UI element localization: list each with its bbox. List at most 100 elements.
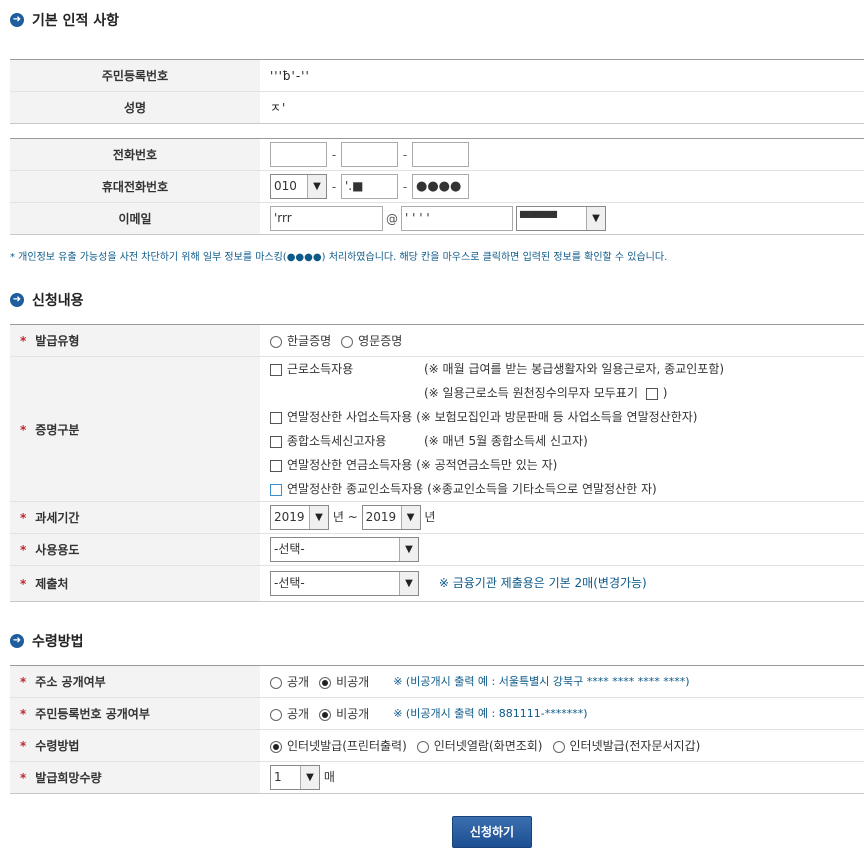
submit-to-value: -선택- xyxy=(274,576,305,590)
rrn-label: 주민등록번호 xyxy=(10,59,260,92)
phone-field-1[interactable] xyxy=(270,142,327,167)
cert-option-1-sub: (※ 일용근로소득 원천징수의무자 모두표기 ) xyxy=(270,381,864,405)
addr-private-option[interactable]: 비공개 xyxy=(319,673,369,690)
qty-label: 발급희망수량 xyxy=(35,771,102,785)
addr-label: 주소 공개여부 xyxy=(35,675,106,689)
phone-field-2[interactable] xyxy=(341,142,398,167)
qty-value: 1 xyxy=(274,770,282,784)
radio-icon[interactable] xyxy=(270,708,282,721)
period-from-select[interactable]: 2019 ▼ xyxy=(270,505,329,530)
cert5-note: (※종교인소득을 기타소득으로 연말정산한 자) xyxy=(427,482,657,496)
required-icon: * xyxy=(20,771,27,785)
radio-checked-icon[interactable] xyxy=(270,740,282,753)
rrn-public-label: 주민등록번호 공개여부 xyxy=(35,707,150,721)
submit-to-label: 제출처 xyxy=(35,577,69,591)
period-year-2: 년 xyxy=(424,510,436,524)
radio-icon[interactable] xyxy=(416,740,429,753)
method2-label: 인터넷열람(화면조회) xyxy=(433,739,543,753)
type-english-option[interactable]: 영문증명 xyxy=(341,332,402,349)
masking-notice: * 개인정보 유출 가능성을 사전 차단하기 위해 일부 정보를 마스킹(●●●… xyxy=(10,252,668,263)
email-domain-field[interactable]: ' ' ' ' xyxy=(401,206,513,231)
cert1-sub-end: ) xyxy=(662,386,668,400)
mobile-prefix-select[interactable]: 010 ▼ xyxy=(270,174,327,199)
radio-icon[interactable] xyxy=(341,335,354,348)
section-receive-label: 수령방법 xyxy=(32,634,84,650)
mobile-dash: - xyxy=(402,179,408,194)
phone-label: 전화번호 xyxy=(10,138,260,171)
submit-to-select[interactable]: -선택- ▼ xyxy=(270,571,419,596)
method3-label: 인터넷발급(전자문서지갑) xyxy=(569,739,701,753)
cert4-label: 연말정산한 연금소득자용 xyxy=(287,458,413,472)
cert-option-4[interactable]: 연말정산한 연금소득자용 (※ 공적연금소득만 있는 자) xyxy=(270,453,864,477)
cert1-sub: (※ 일용근로소득 원천징수의무자 모두표기 xyxy=(424,386,638,400)
mobile-mid-field[interactable]: '.■ xyxy=(341,174,398,199)
cert2-note: (※ 보험모집인과 방문판매 등 사업소득을 연말정산한자) xyxy=(416,410,698,424)
type-korean-option[interactable]: 한글증명 xyxy=(270,332,331,349)
radio-icon[interactable] xyxy=(552,740,565,753)
radio-icon[interactable] xyxy=(270,676,282,689)
checkbox-icon[interactable] xyxy=(270,483,282,496)
cert-option-5[interactable]: 연말정산한 종교인소득자용 (※종교인소득을 기타소득으로 연말정산한 자) xyxy=(270,477,864,501)
cert-option-3[interactable]: 종합소득세신고자용 (※ 매년 5월 종합소득세 신고자) xyxy=(270,429,864,453)
cert1-label: 근로소득자용 xyxy=(287,362,354,376)
section-request-title: ➜ 신청내용 xyxy=(10,290,84,310)
required-icon: * xyxy=(20,739,27,753)
chevron-down-icon: ▼ xyxy=(399,538,418,561)
required-icon: * xyxy=(20,577,27,591)
email-domain-select[interactable]: ▀▀▀▀ ▼ xyxy=(516,206,606,231)
checkbox-icon[interactable] xyxy=(270,411,282,424)
chevron-down-icon: ▼ xyxy=(307,175,326,198)
name-value: ㅈ' xyxy=(270,101,287,115)
phone-field-3[interactable] xyxy=(412,142,469,167)
period-year-1: 년 xyxy=(332,510,344,524)
cert-option-2[interactable]: 연말정산한 사업소득자용 (※ 보험모집인과 방문판매 등 사업소득을 연말정산… xyxy=(270,405,864,429)
mobile-prefix-value: 010 xyxy=(274,179,297,193)
required-icon: * xyxy=(20,543,27,557)
checkbox-icon[interactable] xyxy=(270,363,282,376)
cert-label: 증명구분 xyxy=(35,422,80,437)
method-wallet-option[interactable]: 인터넷발급(전자문서지갑) xyxy=(552,737,701,754)
request-table: * 발급유형 한글증명 영문증명 * 증명구분 근로소득자용 (※ 매월 급여를 받는 … xyxy=(10,324,864,602)
radio-checked-icon[interactable] xyxy=(319,708,332,721)
checkbox-icon[interactable] xyxy=(270,459,282,472)
rrn-public-option[interactable]: 공개 xyxy=(270,705,309,722)
method-view-option[interactable]: 인터넷열람(화면조회) xyxy=(416,737,543,754)
chevron-down-icon: ▼ xyxy=(586,207,605,230)
submit-to-note: ※ 금융기관 제출용은 기본 2매(변경가능) xyxy=(438,576,647,590)
section-request-label: 신청내용 xyxy=(32,293,84,309)
required-icon: * xyxy=(20,511,27,525)
cert1-note: (※ 매월 급여를 받는 봉급생활자와 일용근로자, 종교인포함) xyxy=(424,362,725,376)
period-to-select[interactable]: 2019 ▼ xyxy=(361,505,421,530)
type-label: 발급유형 xyxy=(35,334,80,348)
usage-label: 사용용도 xyxy=(35,543,80,557)
cert2-label: 연말정산한 사업소득자용 xyxy=(287,410,413,424)
rrn-private-option[interactable]: 비공개 xyxy=(319,705,369,722)
period-from-value: 2019 xyxy=(274,510,305,524)
chevron-down-icon: ▼ xyxy=(399,572,418,595)
checkbox-icon[interactable] xyxy=(270,435,282,448)
addr-public-label: 공개 xyxy=(287,675,310,689)
rrn-private-option-label: 비공개 xyxy=(336,707,370,721)
checkbox-icon[interactable] xyxy=(645,387,658,400)
usage-select[interactable]: -선택- ▼ xyxy=(270,537,419,562)
method-print-option[interactable]: 인터넷발급(프린터출력) xyxy=(270,737,407,754)
email-id-field[interactable]: 'rrr xyxy=(270,206,383,231)
mobile-last-field[interactable]: ●●●● xyxy=(412,174,469,199)
addr-private-label: 비공개 xyxy=(336,675,370,689)
chevron-down-icon: ▼ xyxy=(400,506,420,529)
radio-checked-icon[interactable] xyxy=(319,676,332,689)
mobile-dash: - xyxy=(331,179,337,194)
arrow-right-icon: ➜ xyxy=(10,634,24,648)
email-label: 이메일 xyxy=(10,202,260,235)
radio-icon[interactable] xyxy=(270,335,282,348)
addr-public-option[interactable]: 공개 xyxy=(270,673,309,690)
qty-select[interactable]: 1 ▼ xyxy=(270,765,320,790)
personal-table: 주민등록번호 '''ƀ'-'' 성명 ㅈ' xyxy=(10,59,864,124)
mobile-label: 휴대전화번호 xyxy=(10,170,260,203)
method-label: 수령방법 xyxy=(35,739,80,753)
chevron-down-icon: ▼ xyxy=(300,766,319,789)
cert-option-1[interactable]: 근로소득자용 (※ 매월 급여를 받는 봉급생활자와 일용근로자, 종교인포함) xyxy=(270,357,864,381)
section-receive-title: ➜ 수령방법 xyxy=(10,631,84,651)
receive-table: * 주소 공개여부 공개 비공개 ※ (비공개시 출력 예 : 서울특별시 강북구 *… xyxy=(10,665,864,794)
submit-button[interactable]: 신청하기 xyxy=(452,816,532,848)
